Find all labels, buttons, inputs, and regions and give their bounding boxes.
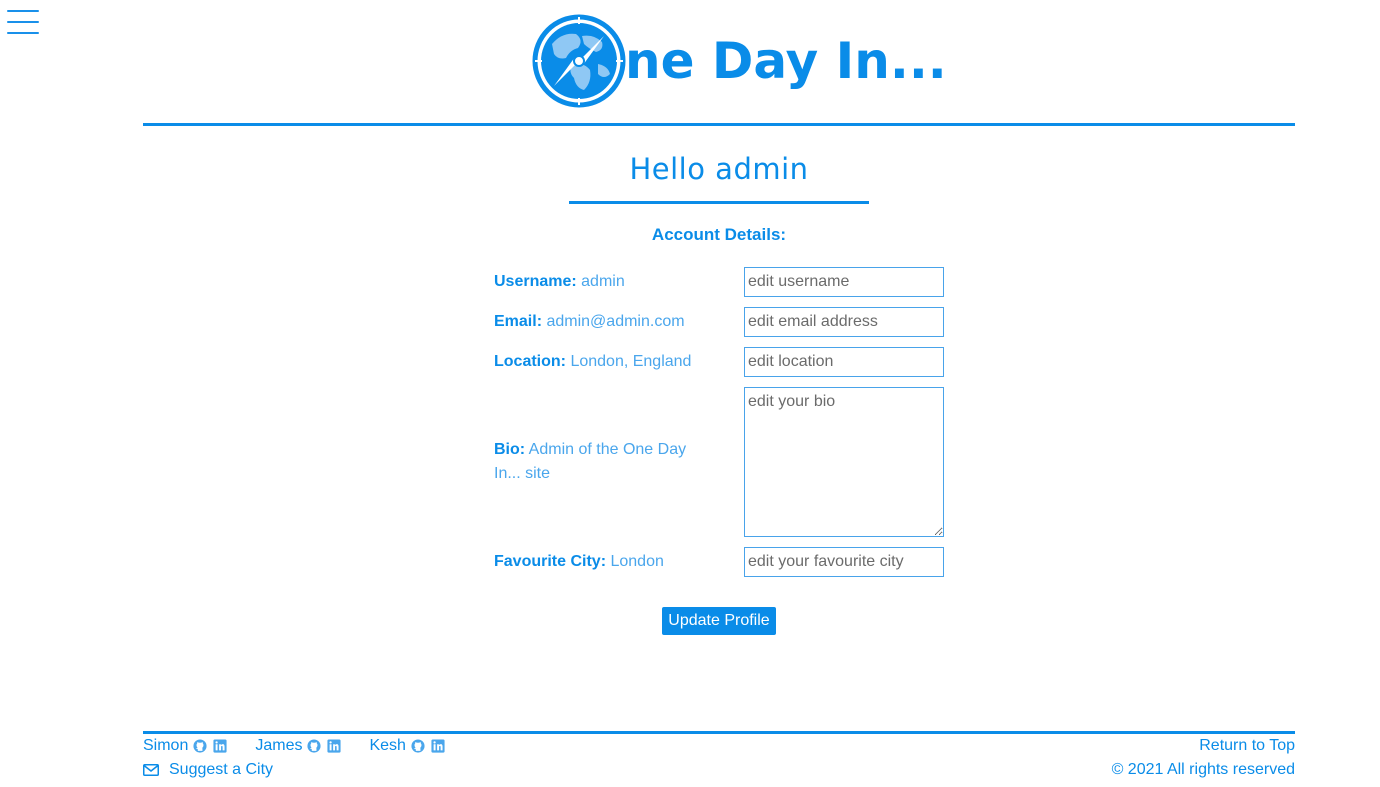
header-divider xyxy=(143,123,1295,126)
return-to-top-link[interactable]: Return to Top xyxy=(1199,735,1295,757)
linkedin-icon[interactable] xyxy=(213,739,227,753)
username-display: Username: admin xyxy=(494,270,704,294)
bio-display: Bio: Admin of the One Day In... site xyxy=(494,438,694,486)
footer-divider xyxy=(143,731,1295,734)
suggest-city-label: Suggest a City xyxy=(169,761,274,778)
email-display: Email: admin@admin.com xyxy=(494,310,704,334)
envelope-icon xyxy=(143,764,159,776)
page-title: Hello admin xyxy=(629,152,809,186)
menu-bar xyxy=(7,32,39,34)
site-logo[interactable]: ne Day In... xyxy=(532,14,947,108)
favourite-city-input[interactable] xyxy=(744,547,944,577)
credit-name: Simon xyxy=(143,737,189,754)
credit-item: James xyxy=(255,737,347,755)
section-title: Account Details: xyxy=(651,225,787,244)
email-input[interactable] xyxy=(744,307,944,337)
github-icon[interactable] xyxy=(193,739,207,753)
suggest-city-link[interactable]: Suggest a City xyxy=(143,759,273,781)
hamburger-menu-icon[interactable] xyxy=(7,10,39,34)
credits-list: Simon James Kesh xyxy=(143,735,473,757)
bio-textarea[interactable] xyxy=(744,387,944,537)
copyright-text: © 2021 All rights reserved xyxy=(1111,761,1295,778)
credit-item: Kesh xyxy=(369,737,450,755)
logo-text: ne Day In... xyxy=(625,32,947,90)
credit-name: James xyxy=(255,737,303,754)
credit-name: Kesh xyxy=(369,737,406,754)
location-value: London, England xyxy=(570,353,692,370)
email-value: admin@admin.com xyxy=(546,313,685,330)
menu-bar xyxy=(7,21,39,23)
location-input[interactable] xyxy=(744,347,944,377)
username-label: Username: xyxy=(494,273,577,290)
username-input[interactable] xyxy=(744,267,944,297)
footer: Simon James Kesh Suggest a City Return t… xyxy=(143,735,1295,785)
github-icon[interactable] xyxy=(307,739,322,753)
username-value: admin xyxy=(581,273,625,290)
linkedin-icon[interactable] xyxy=(431,739,445,753)
menu-bar xyxy=(7,10,39,12)
title-divider xyxy=(569,201,869,204)
update-profile-button[interactable]: Update Profile xyxy=(662,607,776,635)
location-label: Location: xyxy=(494,353,566,370)
globe-compass-icon xyxy=(532,14,626,108)
linkedin-icon[interactable] xyxy=(327,739,342,753)
github-icon[interactable] xyxy=(411,739,425,753)
bio-label: Bio: xyxy=(494,441,526,458)
credit-item: Simon xyxy=(143,737,233,755)
favourite-city-value: London xyxy=(610,553,664,570)
favourite-city-display: Favourite City: London xyxy=(494,550,704,574)
location-display: Location: London, England xyxy=(494,350,704,374)
favourite-city-label: Favourite City: xyxy=(494,553,607,570)
email-label: Email: xyxy=(494,313,543,330)
